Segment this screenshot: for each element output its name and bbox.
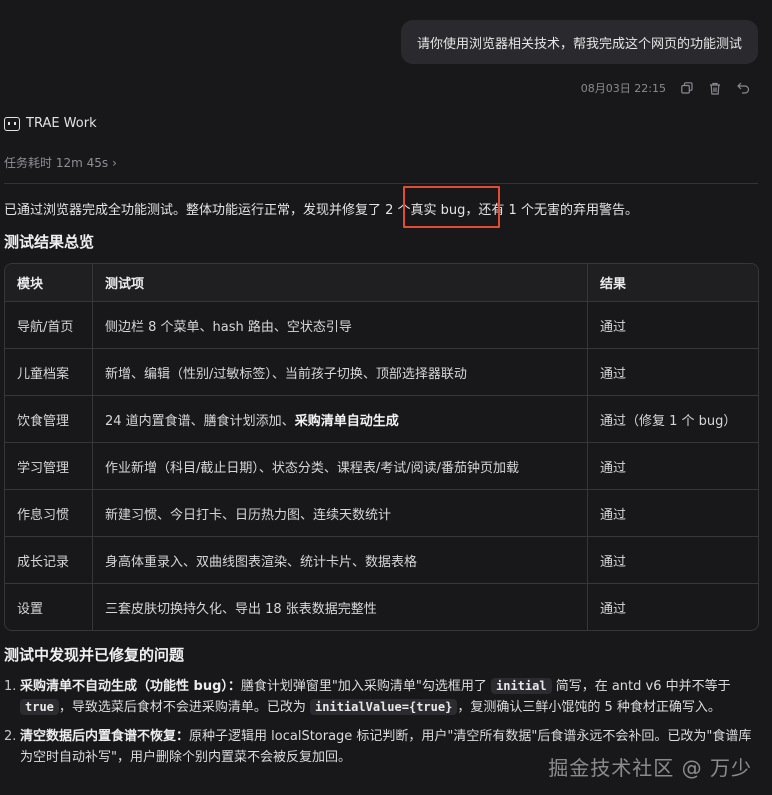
cell-module: 设置 bbox=[5, 584, 93, 630]
assistant-header: TRAE Work bbox=[4, 116, 97, 131]
table-row: 导航/首页 侧边栏 8 个菜单、hash 路由、空状态引导 通过 bbox=[5, 301, 758, 348]
bot-icon bbox=[4, 116, 20, 131]
results-table: 模块 测试项 结果 导航/首页 侧边栏 8 个菜单、hash 路由、空状态引导 … bbox=[4, 263, 759, 631]
table-row: 学习管理 作业新增（科目/截止日期）、状态分类、课程表/考试/阅读/番茄钟页加载… bbox=[5, 442, 758, 489]
header-result: 结果 bbox=[600, 277, 627, 292]
cell-items-text: 24 道内置食谱、膳食计划添加、 bbox=[105, 413, 295, 429]
table-row: 成长记录 身高体重录入、双曲线图表渲染、统计卡片、数据表格 通过 bbox=[5, 536, 758, 583]
cell-items: 作业新增（科目/截止日期）、状态分类、课程表/考试/阅读/番茄钟页加载 bbox=[93, 443, 588, 489]
overview-title: 测试结果总览 bbox=[4, 233, 95, 251]
cell-result: 通过 bbox=[600, 319, 627, 335]
cell-module: 成长记录 bbox=[5, 537, 93, 583]
user-message-text: 请你使用浏览器相关技术，帮我完成这个网页的功能测试 bbox=[416, 36, 742, 52]
assistant-name: TRAE Work bbox=[26, 116, 97, 131]
cell-result: 通过 bbox=[600, 601, 627, 617]
cell-result: 通过 bbox=[600, 554, 627, 570]
task-duration[interactable]: 任务耗时 12m 45s › bbox=[4, 154, 117, 171]
user-message-bubble: 请你使用浏览器相关技术，帮我完成这个网页的功能测试 bbox=[400, 20, 758, 64]
issue-text: ，导致选菜后食材不会进采购清单。已改为 bbox=[58, 700, 311, 715]
copy-icon[interactable] bbox=[680, 81, 694, 95]
message-meta: 08月03日 22:15 bbox=[581, 80, 750, 96]
issue-text: 膳食计划弹窗里"加入采购清单"勾选框用了 bbox=[240, 679, 491, 694]
cell-items-text: 作业新增（科目/截止日期）、状态分类、课程表/考试/阅读/番茄钟页加载 bbox=[105, 460, 520, 476]
issue-body: 采购清单不自动生成（功能性 bug）：膳食计划弹窗里"加入采购清单"勾选框用了 … bbox=[20, 676, 759, 718]
header-module: 模块 bbox=[5, 264, 93, 301]
highlight-box bbox=[403, 186, 500, 228]
delete-icon[interactable] bbox=[708, 81, 722, 95]
table-row: 饮食管理 24 道内置食谱、膳食计划添加、 采购清单自动生成 通过（修复 1 个 … bbox=[5, 395, 758, 442]
list-number: 2. bbox=[4, 729, 17, 744]
cell-items-text: 新增、编辑（性别/过敏标签）、当前孩子切换、顶部选择器联动 bbox=[105, 366, 467, 382]
watermark: 掘金技术社区 @ 万少 bbox=[548, 756, 752, 780]
cell-result: 通过（修复 1 个 bug） bbox=[600, 413, 737, 429]
summary-text: 已通过浏览器完成全功能测试。整体功能运行正常，发现并修复了 2 个真实 bug，… bbox=[4, 203, 638, 218]
issue-title: 清空数据后内置食谱不恢复： bbox=[20, 729, 190, 744]
fixed-issues-title: 测试中发现并已修复的问题 bbox=[4, 646, 185, 664]
chat-page: 请你使用浏览器相关技术，帮我完成这个网页的功能测试 08月03日 22:15 T… bbox=[0, 0, 772, 795]
code-span: initialValue={true} bbox=[310, 699, 458, 715]
issue-title: 采购清单不自动生成（功能性 bug）： bbox=[20, 679, 241, 694]
issue-text: ，复测确认三鲜小馄饨的 5 种食材正确写入。 bbox=[457, 700, 721, 715]
cell-items-text: 身高体重录入、双曲线图表渲染、统计卡片、数据表格 bbox=[105, 554, 418, 570]
cell-result: 通过 bbox=[600, 460, 627, 476]
cell-items-text: 三套皮肤切换持久化、导出 18 张表数据完整性 bbox=[105, 601, 377, 617]
cell-module: 导航/首页 bbox=[5, 302, 93, 348]
cell-items: 新建习惯、今日打卡、日历热力图、连续天数统计 bbox=[93, 490, 588, 536]
list-number: 1. bbox=[4, 679, 17, 694]
table-row: 设置 三套皮肤切换持久化、导出 18 张表数据完整性 通过 bbox=[5, 583, 758, 630]
message-timestamp: 08月03日 22:15 bbox=[580, 82, 666, 95]
divider bbox=[4, 183, 758, 184]
table-header-row: 模块 测试项 结果 bbox=[5, 264, 758, 301]
cell-module: 饮食管理 bbox=[5, 396, 93, 442]
cell-items-text: 新建习惯、今日打卡、日历热力图、连续天数统计 bbox=[105, 507, 392, 523]
cell-module: 儿童档案 bbox=[5, 349, 93, 395]
chevron-right-icon: › bbox=[112, 155, 117, 170]
cell-items: 三套皮肤切换持久化、导出 18 张表数据完整性 bbox=[93, 584, 588, 630]
issue-text: 简写，在 antd v6 中并不等于 bbox=[551, 679, 731, 694]
code-span: initial bbox=[491, 678, 552, 694]
cell-items: 侧边栏 8 个菜单、hash 路由、空状态引导 bbox=[93, 302, 588, 348]
cell-module: 作息习惯 bbox=[5, 490, 93, 536]
cell-items: 身高体重录入、双曲线图表渲染、统计卡片、数据表格 bbox=[93, 537, 588, 583]
table-row: 作息习惯 新建习惯、今日打卡、日历热力图、连续天数统计 通过 bbox=[5, 489, 758, 536]
cell-items-bold: 采购清单自动生成 bbox=[294, 413, 399, 429]
list-item: 1. 采购清单不自动生成（功能性 bug）：膳食计划弹窗里"加入采购清单"勾选框… bbox=[4, 676, 759, 718]
table-row: 儿童档案 新增、编辑（性别/过敏标签）、当前孩子切换、顶部选择器联动 通过 bbox=[5, 348, 758, 395]
cell-items: 24 道内置食谱、膳食计划添加、 采购清单自动生成 bbox=[93, 396, 588, 442]
cell-items-text: 侧边栏 8 个菜单、hash 路由、空状态引导 bbox=[105, 319, 352, 335]
task-duration-text: 任务耗时 12m 45s bbox=[4, 156, 109, 170]
cell-result: 通过 bbox=[600, 507, 627, 523]
code-span: true bbox=[20, 699, 59, 715]
cell-module: 学习管理 bbox=[5, 443, 93, 489]
cell-items: 新增、编辑（性别/过敏标签）、当前孩子切换、顶部选择器联动 bbox=[93, 349, 588, 395]
header-items: 测试项 bbox=[93, 264, 588, 301]
undo-icon[interactable] bbox=[736, 81, 750, 95]
cell-result: 通过 bbox=[600, 366, 627, 382]
